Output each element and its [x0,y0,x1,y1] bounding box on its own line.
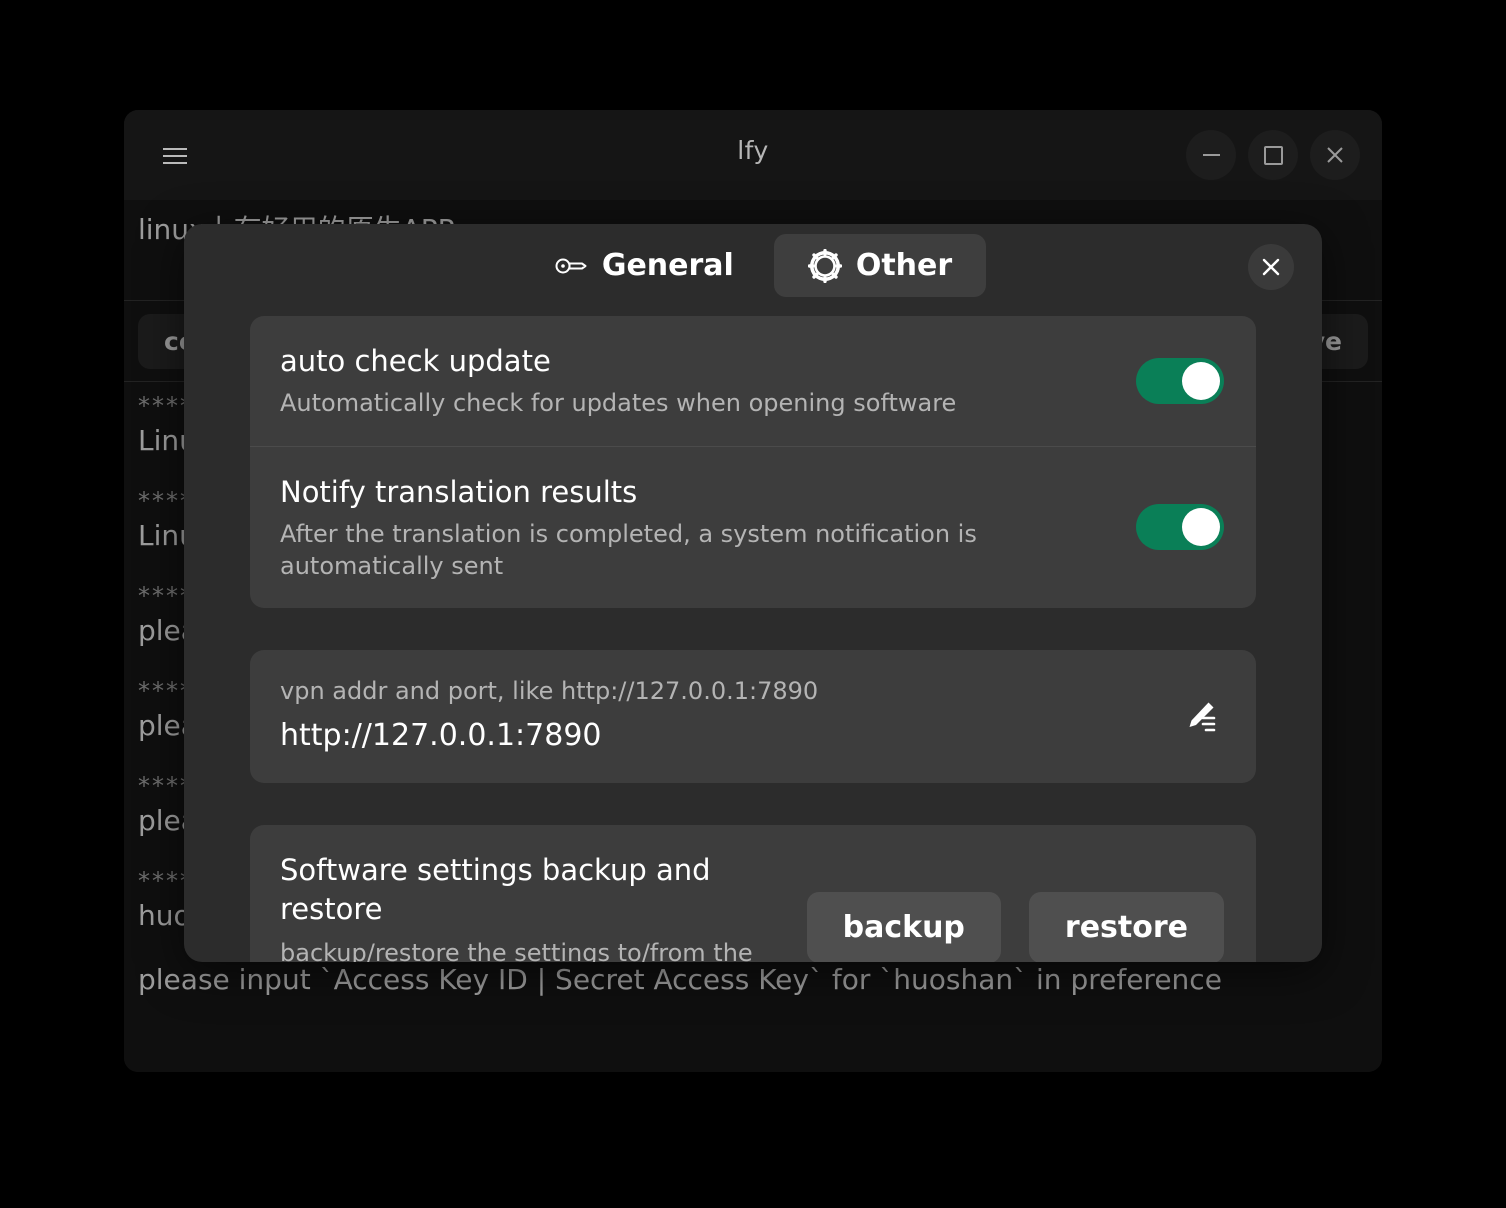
window-titlebar: lfy [124,110,1382,200]
backup-description: backup/restore the settings to/from the … [280,938,753,962]
setting-row-notify-translation-results: Notify translation results After the tra… [250,445,1256,609]
close-icon [1327,147,1343,163]
window-controls [1186,130,1360,180]
setting-description: After the translation is completed, a sy… [280,519,977,581]
tab-general-label: General [601,248,734,283]
vpn-field-label: vpn addr and port, like http://127.0.0.1… [280,677,819,706]
dialog-close-button[interactable] [1248,244,1294,290]
close-button[interactable] [1310,130,1360,180]
vpn-input[interactable]: http://127.0.0.1:7890 [280,716,818,755]
toggle-settings-card: auto check update Automatically check fo… [250,316,1256,609]
vpn-settings-card[interactable]: vpn addr and port, like http://127.0.0.1… [250,650,1256,783]
screen-root: lfy linux上有好用的原生APP copy save [0,0,1506,1208]
tab-other-label: Other [855,248,953,283]
tab-other[interactable]: Other [773,234,987,297]
toggle-knob [1182,508,1220,547]
dialog-content: auto check update Automatically check fo… [184,308,1322,962]
tab-general[interactable]: General [520,234,768,297]
pencil-edit-icon[interactable] [1178,694,1222,738]
backup-title: Software settings backup and restore [280,852,711,926]
auto-check-update-toggle[interactable] [1136,357,1224,404]
setting-text: auto check update Automatically check fo… [280,342,956,420]
backup-text: Software settings backup and restore bac… [280,851,779,962]
restore-button[interactable]: restore [1028,891,1224,962]
setting-title: auto check update [280,344,551,378]
backup-actions: backup restore [806,891,1224,962]
maximize-button[interactable] [1248,130,1298,180]
minimize-button[interactable] [1186,130,1236,180]
key-icon [554,249,588,283]
close-icon [1262,258,1280,276]
setting-description: Automatically check for updates when ope… [280,389,957,418]
vpn-text: vpn addr and port, like http://127.0.0.1… [280,676,818,754]
gear-icon [807,248,842,283]
background-bottom-message: please input `Access Key ID | Secret Acc… [138,962,1222,996]
notify-translation-results-toggle[interactable] [1136,504,1224,551]
setting-text: Notify translation results After the tra… [280,473,1112,583]
maximize-icon [1263,145,1283,165]
backup-button[interactable]: backup [806,891,1001,962]
dialog-header: General Other [184,224,1322,308]
setting-title: Notify translation results [280,474,638,509]
backup-restore-card: Software settings backup and restore bac… [250,824,1256,962]
settings-tabbar: General Other [184,234,1322,297]
settings-dialog: General Other auto check update Automati… [184,224,1322,962]
setting-row-auto-check-update: auto check update Automatically check fo… [250,316,1256,446]
minimize-icon [1202,154,1220,156]
toggle-knob [1182,361,1220,400]
